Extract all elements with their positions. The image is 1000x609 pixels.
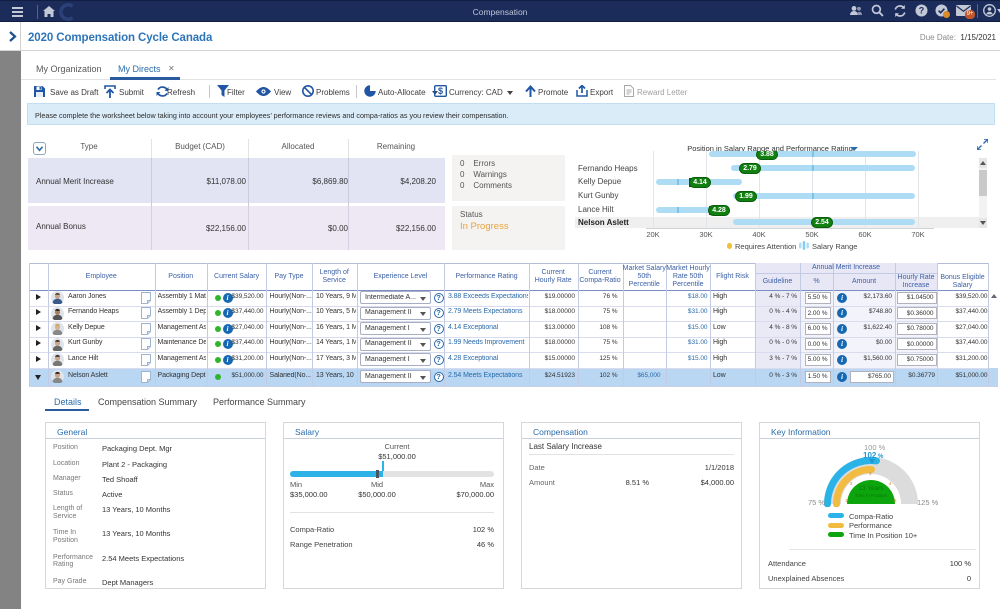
svg-text:$: $ [438, 86, 443, 96]
svg-text:5: 5 [894, 498, 897, 503]
svg-text:13 Years: 13 Years [858, 485, 884, 492]
svg-text:Time In Position: Time In Position [855, 493, 888, 498]
svg-text:?: ? [919, 6, 925, 16]
svg-text:2: 2 [850, 481, 853, 486]
